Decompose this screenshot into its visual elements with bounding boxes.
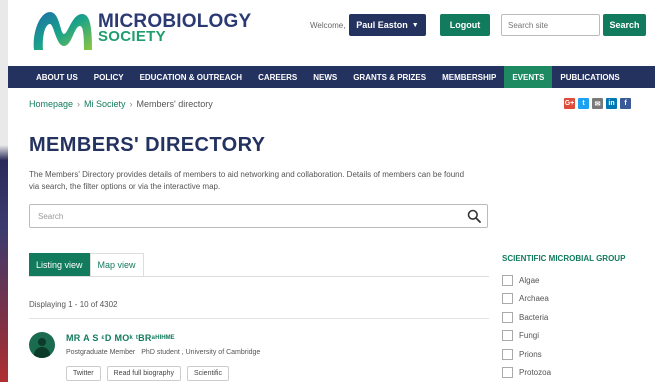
google-plus-icon[interactable]: G+ bbox=[564, 98, 575, 109]
nav-grants-prizes[interactable]: GRANTS & PRIZES bbox=[345, 66, 434, 88]
avatar-body bbox=[34, 347, 50, 358]
tab-map-view[interactable]: Map view bbox=[89, 253, 144, 276]
filter-checkbox[interactable] bbox=[502, 330, 513, 342]
breadcrumb-current: Members' directory bbox=[136, 99, 213, 109]
filter-option-label: Protozoa bbox=[519, 368, 552, 378]
member-role: Postgraduate Member PhD student , Univer… bbox=[66, 349, 260, 356]
tab-listing-view[interactable]: Listing view bbox=[29, 253, 90, 276]
results-count: Displaying 1 - 10 of 4302 bbox=[29, 300, 118, 309]
filter-checkbox[interactable] bbox=[502, 348, 513, 360]
page-intro: The Members' Directory provides details … bbox=[29, 170, 465, 191]
filter-option-prions[interactable]: Prions bbox=[502, 345, 551, 364]
nav-about-us[interactable]: ABOUT US bbox=[8, 66, 86, 88]
welcome-label: Welcome, bbox=[310, 21, 346, 30]
member-position: PhD student , University of Cambridge bbox=[141, 349, 261, 356]
breadcrumb-separator: › bbox=[129, 99, 133, 109]
member-tag-twitter[interactable]: Twitter bbox=[66, 366, 101, 381]
nav-news[interactable]: NEWS bbox=[305, 66, 345, 88]
breadcrumb-homepage[interactable]: Homepage bbox=[29, 99, 73, 109]
filter-option-archaea[interactable]: Archaea bbox=[502, 290, 551, 309]
filter-option-fungi[interactable]: Fungi bbox=[502, 327, 551, 346]
search-icon[interactable] bbox=[467, 209, 481, 223]
main-nav: ABOUT US POLICY EDUCATION & OUTREACH CAR… bbox=[8, 66, 655, 88]
chevron-down-icon: ▼ bbox=[411, 21, 419, 29]
filter-option-protozoa[interactable]: Protozoa bbox=[502, 364, 551, 382]
logo-text-society: SOCIETY bbox=[98, 28, 166, 45]
filter-checkbox[interactable] bbox=[502, 274, 513, 286]
share-bar: G+ t ✉ in f bbox=[564, 98, 631, 109]
avatar-head bbox=[38, 338, 46, 346]
email-icon[interactable]: ✉ bbox=[592, 98, 603, 109]
member-name-link[interactable]: MR A S ᵋD MOᵏ ᵗBRᵃᴴᴵᴴᴹᴱ bbox=[66, 333, 175, 343]
site-search-button[interactable]: Search bbox=[603, 14, 646, 36]
filter-checkbox[interactable] bbox=[502, 293, 513, 305]
member-tag-biography[interactable]: Read full biography bbox=[106, 366, 181, 381]
logo[interactable]: MICROBIOLOGY SOCIETY bbox=[30, 6, 251, 54]
filter-checkbox[interactable] bbox=[502, 367, 513, 379]
linkedin-icon[interactable]: in bbox=[606, 98, 617, 109]
filter-option-label: Prions bbox=[519, 349, 542, 359]
filter-option-label: Algae bbox=[519, 275, 540, 285]
filter-option-bacteria[interactable]: Bacteria bbox=[502, 308, 551, 327]
nav-membership[interactable]: MEMBERSHIP bbox=[434, 66, 504, 88]
user-menu-button[interactable]: Paul Easton ▼ bbox=[349, 14, 426, 36]
user-name: Paul Easton bbox=[356, 20, 408, 30]
member-tag-scientific[interactable]: Scientific bbox=[186, 366, 229, 381]
filter-option-label: Bacteria bbox=[519, 312, 549, 322]
twitter-icon[interactable]: t bbox=[578, 98, 589, 109]
page-title: MEMBERS' DIRECTORY bbox=[29, 134, 266, 156]
filter-checkbox[interactable] bbox=[502, 311, 513, 323]
site-search-input[interactable] bbox=[501, 14, 600, 36]
directory-search-placeholder: Search bbox=[38, 211, 64, 221]
view-tabs: Listing view Map view bbox=[29, 253, 489, 277]
breadcrumb-separator: › bbox=[77, 99, 81, 109]
nav-education-outreach[interactable]: EDUCATION & OUTREACH bbox=[132, 66, 251, 88]
facebook-icon[interactable]: f bbox=[620, 98, 631, 109]
directory-search-input[interactable]: Search bbox=[29, 204, 488, 228]
breadcrumb: Homepage › Mi Society › Members' directo… bbox=[29, 99, 213, 109]
member-membership-type: Postgraduate Member bbox=[66, 349, 136, 356]
nav-careers[interactable]: CAREERS bbox=[250, 66, 305, 88]
nav-policy[interactable]: POLICY bbox=[86, 66, 132, 88]
page: MICROBIOLOGY SOCIETY Welcome, Paul Easto… bbox=[8, 0, 655, 382]
filter-heading: SCIENTIFIC MICROBIAL GROUP bbox=[502, 254, 626, 263]
filter-list: Algae Archaea Bacteria Fungi Prions Prot… bbox=[502, 271, 551, 382]
filter-option-label: Archaea bbox=[519, 294, 549, 304]
nav-publications[interactable]: PUBLICATIONS bbox=[552, 66, 627, 88]
avatar bbox=[29, 332, 55, 358]
nav-events[interactable]: EVENTS bbox=[504, 66, 553, 88]
left-edge-strip bbox=[0, 0, 8, 382]
filter-option-algae[interactable]: Algae bbox=[502, 271, 551, 290]
results-divider bbox=[29, 318, 489, 319]
logout-button[interactable]: Logout bbox=[440, 14, 490, 36]
logo-mark-icon bbox=[33, 12, 92, 50]
member-tags: Twitter Read full biography Scientific bbox=[66, 366, 229, 381]
filter-option-label: Fungi bbox=[519, 331, 540, 341]
breadcrumb-mi-society[interactable]: Mi Society bbox=[84, 99, 126, 109]
